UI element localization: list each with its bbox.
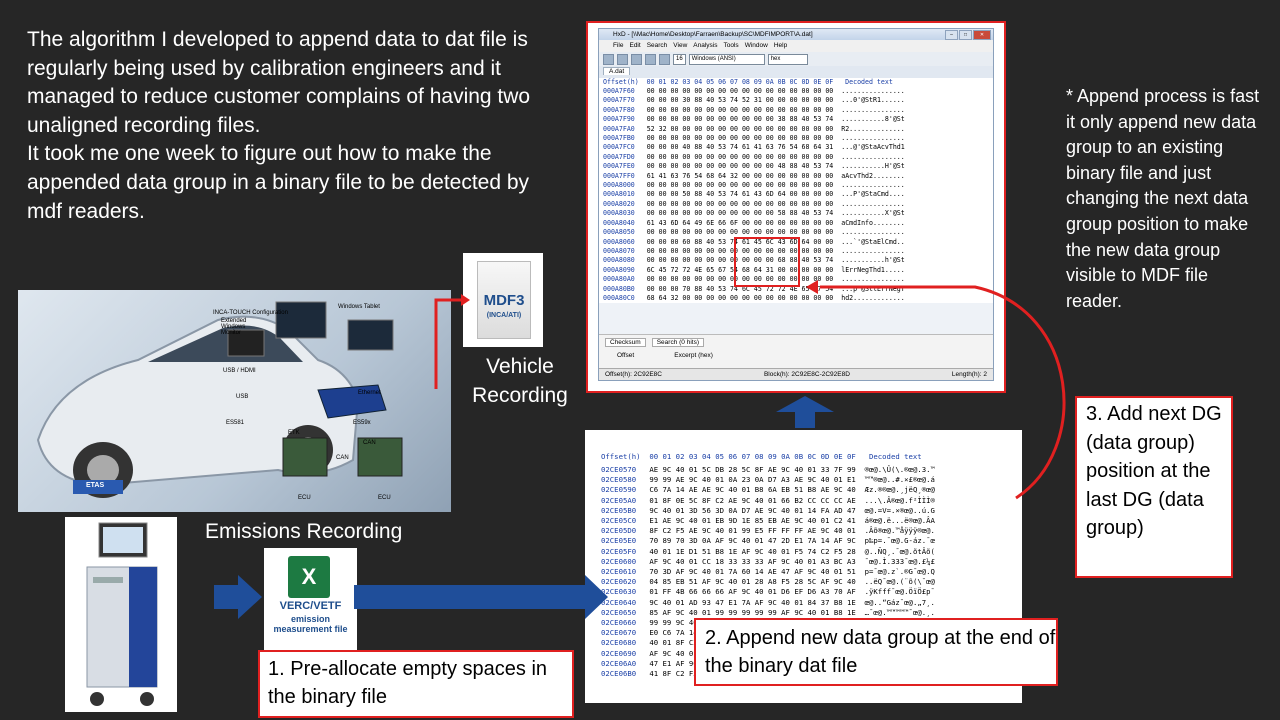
blue-arrow-up [776, 396, 834, 428]
red-curved-arrow [820, 285, 1066, 500]
blue-arrow-1 [214, 575, 262, 619]
red-connector-arrow [434, 298, 461, 389]
step2-callout: 2. Append new data group at the end of t… [694, 618, 1058, 686]
red-arrowhead-1 [461, 294, 470, 306]
step1-callout: 1. Pre-allocate empty spaces in the bina… [258, 650, 574, 718]
arrows-overlay [214, 280, 1066, 619]
blue-arrow-2 [354, 575, 608, 619]
step3-callout: 3. Add next DG (data group) position at … [1075, 396, 1233, 578]
red-arrowhead-2 [806, 280, 818, 294]
